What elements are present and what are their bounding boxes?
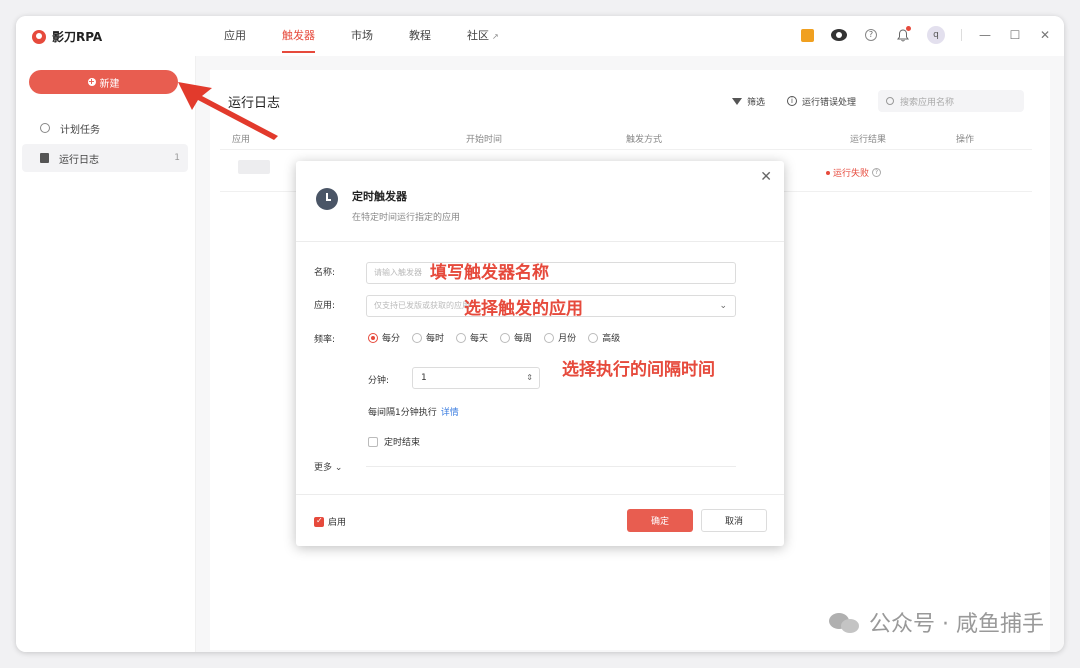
error-handling-button[interactable]: i 运行错误处理 bbox=[786, 95, 856, 108]
freq-every-minute[interactable]: 每分 bbox=[368, 331, 400, 344]
clock-icon bbox=[316, 188, 338, 210]
annotation-app: 选择触发的应用 bbox=[464, 299, 583, 319]
sidebar: + 新建 计划任务 运行日志 1 bbox=[16, 56, 196, 652]
logo-icon bbox=[32, 29, 46, 44]
status-badge: 运行失败 ? bbox=[826, 166, 882, 179]
dialog-subtitle: 在特定时间运行指定的应用 bbox=[352, 213, 461, 223]
toolbar: 筛选 i 运行错误处理 搜索应用名称 bbox=[731, 90, 1024, 112]
stepper-arrows-icon[interactable]: ⇕ bbox=[526, 368, 533, 388]
main-nav: 应用 触发器 市场 教程 社区 ↗ bbox=[206, 16, 517, 56]
annotation-name: 填写触发器名称 bbox=[430, 263, 549, 283]
wechat-icon bbox=[829, 611, 861, 633]
question-icon[interactable]: ? bbox=[872, 168, 882, 177]
cancel-button[interactable]: 取消 bbox=[701, 509, 767, 532]
minute-label: 分钟: bbox=[368, 376, 390, 386]
col-trigger-method: 触发方式 bbox=[626, 135, 663, 145]
nav-community[interactable]: 社区 ↗ bbox=[449, 16, 517, 56]
watermark: 公众号 · 咸鱼捕手 bbox=[829, 606, 1044, 638]
frequency-options: 每分 每时 每天 每周 月份 高级 bbox=[368, 331, 620, 344]
filter-button[interactable]: 筛选 bbox=[731, 95, 765, 108]
filter-icon bbox=[731, 97, 742, 105]
interval-text: 每间隔1分钟执行 详情 bbox=[368, 408, 459, 418]
table-header: 应用 开始时间 触发方式 运行结果 操作 bbox=[220, 124, 1032, 150]
help-icon[interactable]: ? bbox=[863, 27, 879, 43]
enable-checkbox[interactable]: 启用 bbox=[314, 515, 346, 528]
maximize-icon[interactable]: ☐ bbox=[1008, 28, 1022, 42]
gift-icon[interactable] bbox=[799, 27, 815, 43]
close-icon[interactable]: ✕ bbox=[760, 169, 772, 185]
bell-icon[interactable] bbox=[895, 26, 911, 43]
end-timer-checkbox[interactable]: 定时结束 bbox=[368, 435, 420, 448]
more-toggle[interactable]: 更多 ⌄ bbox=[314, 460, 342, 473]
col-start-time: 开始时间 bbox=[466, 135, 503, 145]
chevron-down-icon: ⌄ bbox=[334, 463, 343, 473]
divider bbox=[961, 29, 962, 41]
minute-stepper[interactable]: 1 ⇕ bbox=[412, 367, 540, 389]
chevron-down-icon: ⌄ bbox=[719, 301, 727, 311]
annotation-interval: 选择执行的间隔时间 bbox=[562, 360, 715, 380]
name-label: 名称: bbox=[314, 268, 336, 278]
eye-icon[interactable] bbox=[831, 27, 847, 43]
detail-link[interactable]: 详情 bbox=[441, 408, 459, 418]
external-link-icon: ↗ bbox=[492, 32, 499, 41]
sidebar-item-run-log[interactable]: 运行日志 1 bbox=[22, 144, 188, 172]
top-icons: ? q — ☐ ✕ bbox=[799, 26, 1052, 44]
schedule-icon bbox=[40, 123, 50, 133]
frequency-label: 频率: bbox=[314, 335, 336, 345]
redacted-app-name bbox=[238, 160, 270, 174]
app-name: 影刀RPA bbox=[52, 30, 103, 44]
avatar[interactable]: q bbox=[927, 26, 945, 44]
search-icon bbox=[886, 97, 894, 105]
divider bbox=[296, 241, 784, 242]
top-bar: 影刀RPA 应用 触发器 市场 教程 社区 ↗ ? q — ☐ ✕ bbox=[16, 16, 1064, 56]
ok-button[interactable]: 确定 bbox=[627, 509, 693, 532]
info-icon: i bbox=[786, 96, 797, 106]
search-input[interactable]: 搜索应用名称 bbox=[878, 90, 1024, 112]
col-result: 运行结果 bbox=[850, 135, 887, 145]
app-logo: 影刀RPA bbox=[32, 28, 102, 45]
pointer-arrow-icon bbox=[178, 82, 278, 140]
nav-triggers[interactable]: 触发器 bbox=[264, 16, 333, 56]
freq-weekly[interactable]: 每周 bbox=[500, 331, 532, 344]
sidebar-item-scheduled-tasks[interactable]: 计划任务 bbox=[22, 114, 188, 142]
new-button[interactable]: + 新建 bbox=[29, 70, 178, 94]
close-icon[interactable]: ✕ bbox=[1038, 28, 1052, 42]
divider bbox=[366, 466, 736, 467]
col-actions: 操作 bbox=[956, 135, 975, 145]
minimize-icon[interactable]: — bbox=[978, 28, 992, 42]
run-log-count: 1 bbox=[174, 153, 180, 163]
trigger-name-input[interactable]: 请输入触发器 bbox=[366, 262, 736, 284]
freq-advanced[interactable]: 高级 bbox=[588, 331, 620, 344]
divider bbox=[296, 494, 784, 495]
freq-hourly[interactable]: 每时 bbox=[412, 331, 444, 344]
notification-dot bbox=[906, 26, 911, 31]
freq-daily[interactable]: 每天 bbox=[456, 331, 488, 344]
freq-monthly[interactable]: 月份 bbox=[544, 331, 576, 344]
nav-tutorials[interactable]: 教程 bbox=[391, 16, 449, 56]
dialog-title: 定时触发器 bbox=[352, 190, 407, 203]
app-label: 应用: bbox=[314, 301, 336, 311]
nav-market[interactable]: 市场 bbox=[333, 16, 391, 56]
document-icon bbox=[40, 153, 49, 163]
plus-icon: + bbox=[87, 77, 96, 86]
nav-apps[interactable]: 应用 bbox=[206, 16, 264, 56]
timer-trigger-dialog: ✕ 定时触发器 在特定时间运行指定的应用 名称: 请输入触发器 应用: 仅支持已… bbox=[296, 161, 784, 546]
